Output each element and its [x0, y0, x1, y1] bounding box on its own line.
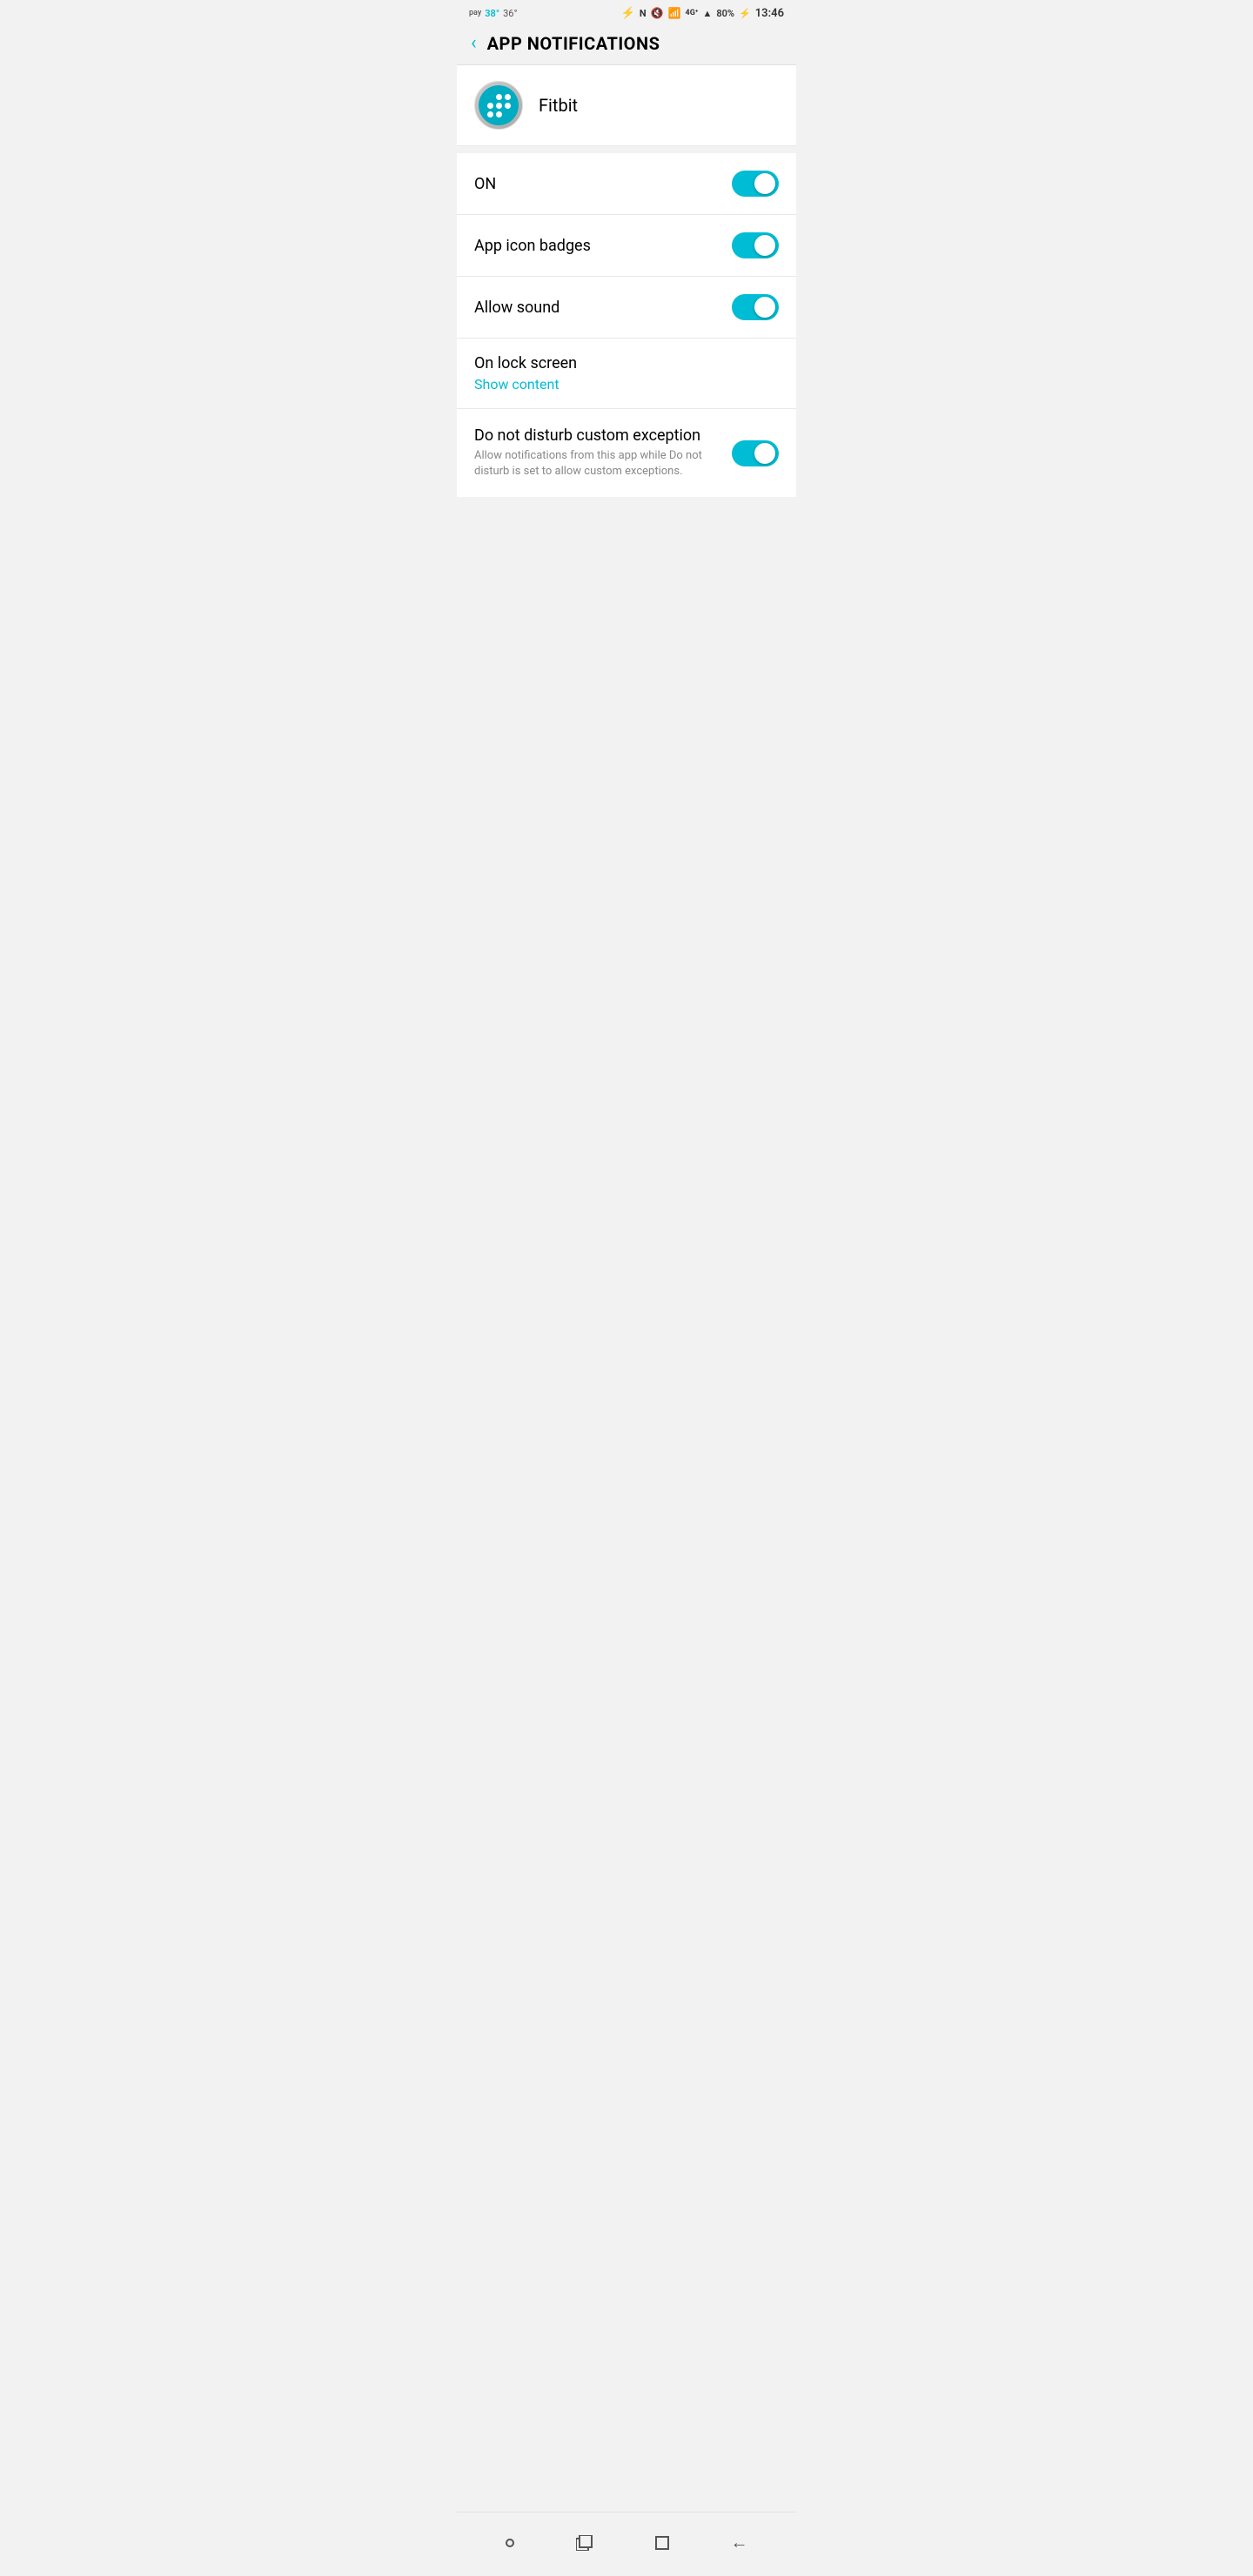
app-icon-badges-toggle[interactable]: [732, 232, 779, 258]
fitbit-dot: [487, 94, 493, 100]
do-not-disturb-label: Do not disturb custom exception: [474, 426, 700, 445]
fitbit-dots: [482, 89, 516, 123]
back-arrow-icon: ←: [731, 2532, 748, 2553]
pay-label: pay: [469, 9, 481, 17]
app-icon-badges-label: App icon badges: [474, 237, 591, 255]
fitbit-dot: [496, 103, 502, 109]
fitbit-dot: [496, 111, 502, 117]
wifi-icon: 📶: [668, 7, 681, 19]
temp-high: 38°: [485, 8, 499, 19]
app-icon-badges-label-container: App icon badges: [474, 237, 732, 255]
lock-screen-label: On lock screen: [474, 354, 779, 372]
fitbit-dot: [487, 103, 493, 109]
content-area: Fitbit ON App icon badges: [457, 65, 796, 567]
fitbit-dot: [505, 111, 511, 117]
nav-back-button[interactable]: ←: [724, 2525, 755, 2560]
do-not-disturb-sublabel: Allow notifications from this app while …: [474, 448, 718, 480]
on-toggle-track: [732, 171, 779, 197]
app-icon-badges-toggle-track: [732, 232, 779, 258]
on-toggle[interactable]: [732, 171, 779, 197]
bluetooth-icon: ⚡: [621, 7, 635, 20]
app-icon-badges-row: App icon badges: [457, 215, 796, 277]
nav-home-button[interactable]: [499, 2532, 521, 2554]
app-info-row: Fitbit: [457, 65, 796, 146]
app-name: Fitbit: [539, 95, 578, 116]
fitbit-dot: [505, 103, 511, 109]
battery-charging-icon: ⚡: [739, 8, 751, 19]
home-icon: [506, 2539, 514, 2547]
app-icon-wrapper: [474, 81, 523, 130]
fitbit-dot: [496, 94, 502, 100]
square-icon: [655, 2536, 669, 2550]
allow-sound-toggle[interactable]: [732, 294, 779, 320]
page-title: APP NOTIFICATIONS: [487, 33, 660, 54]
do-not-disturb-toggle-track: [732, 440, 779, 466]
nav-recent-button[interactable]: [569, 2528, 600, 2558]
battery-percent: 80%: [716, 8, 734, 19]
temp-low: 36°: [503, 8, 517, 19]
do-not-disturb-row: Do not disturb custom exception Allow no…: [457, 409, 796, 497]
fitbit-icon: [479, 85, 519, 125]
fitbit-dot: [487, 111, 493, 117]
on-label: ON: [474, 175, 496, 193]
status-bar-left: pay 38° 36°: [469, 8, 518, 19]
nav-square-button[interactable]: [648, 2529, 676, 2557]
allow-sound-label: Allow sound: [474, 299, 559, 317]
fitbit-dot: [505, 94, 511, 100]
do-not-disturb-toggle[interactable]: [732, 440, 779, 466]
app-header: ‹ APP NOTIFICATIONS: [457, 24, 796, 65]
mute-icon: 🔇: [651, 7, 664, 19]
status-bar: pay 38° 36° ⚡ N 🔇 📶 4G⁺ ▲ 80% ⚡ 13:46: [457, 0, 796, 24]
app-icon-badges-toggle-thumb: [754, 235, 775, 256]
show-content-link[interactable]: Show content: [474, 376, 779, 392]
on-toggle-thumb: [754, 173, 775, 194]
allow-sound-toggle-thumb: [754, 297, 775, 318]
allow-sound-toggle-track: [732, 294, 779, 320]
clock: 13:46: [755, 7, 784, 20]
allow-sound-label-container: Allow sound: [474, 299, 732, 317]
signal-icon: ▲: [702, 8, 712, 19]
on-label-container: ON: [474, 175, 732, 193]
settings-section: ON App icon badges Allow sound: [457, 153, 796, 497]
do-not-disturb-toggle-thumb: [754, 443, 775, 464]
on-setting-row: ON: [457, 153, 796, 215]
recent-apps-icon: [576, 2535, 593, 2551]
back-button[interactable]: ‹: [471, 34, 477, 53]
nfc-icon: N: [640, 8, 647, 19]
lock-screen-row: On lock screen Show content: [457, 339, 796, 409]
do-not-disturb-text-container: Do not disturb custom exception Allow no…: [474, 426, 732, 480]
bottom-nav: ←: [457, 2512, 796, 2576]
status-bar-right: ⚡ N 🔇 📶 4G⁺ ▲ 80% ⚡ 13:46: [621, 7, 784, 20]
allow-sound-row: Allow sound: [457, 277, 796, 339]
lte-icon: 4G⁺: [686, 9, 699, 17]
